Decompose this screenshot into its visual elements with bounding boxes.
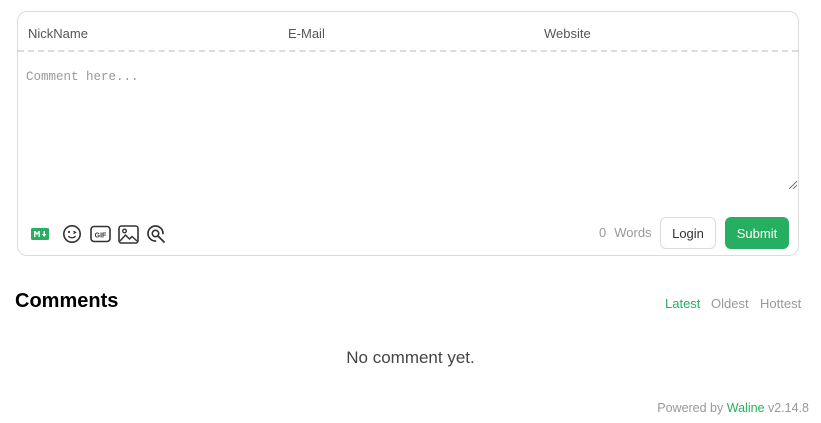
waline-link[interactable]: Waline bbox=[727, 401, 765, 415]
gif-icon[interactable]: GIF bbox=[89, 223, 111, 245]
submit-button[interactable]: Submit bbox=[725, 217, 789, 249]
sort-latest[interactable]: Latest bbox=[665, 296, 700, 311]
comment-form: GIF 0 Words Login Submit bbox=[17, 11, 799, 256]
sort-hottest[interactable]: Hottest bbox=[760, 296, 801, 311]
resize-handle-icon[interactable] bbox=[789, 181, 797, 189]
sort-oldest[interactable]: Oldest bbox=[711, 296, 749, 311]
empty-comments-message: No comment yet. bbox=[346, 348, 475, 367]
markdown-icon[interactable] bbox=[29, 223, 51, 245]
website-input[interactable] bbox=[544, 24, 789, 42]
comments-heading: Comments bbox=[15, 290, 119, 312]
version-text: v2.14.8 bbox=[767, 401, 809, 415]
powered-by-text: Powered by bbox=[657, 401, 724, 415]
emoji-icon[interactable] bbox=[61, 223, 83, 245]
svg-text:GIF: GIF bbox=[94, 232, 106, 239]
nickname-input[interactable] bbox=[28, 24, 278, 42]
word-count-label: Words bbox=[614, 225, 652, 240]
image-icon[interactable] bbox=[117, 223, 139, 245]
identity-fields bbox=[18, 12, 798, 52]
preview-icon[interactable] bbox=[145, 223, 167, 245]
powered-by-footer: Powered by Waline v2.14.8 bbox=[657, 401, 809, 415]
login-button[interactable]: Login bbox=[660, 217, 716, 249]
comment-textarea[interactable] bbox=[26, 70, 796, 190]
email-input[interactable] bbox=[288, 24, 533, 42]
word-counter: 0 Words bbox=[599, 225, 652, 240]
word-count-value: 0 bbox=[599, 225, 607, 240]
